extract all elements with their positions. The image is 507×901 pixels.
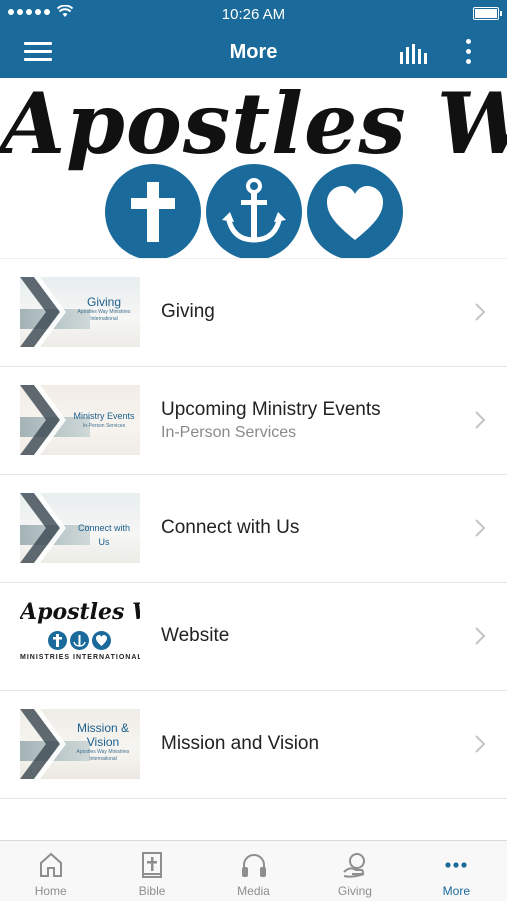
thumbnail-title: Giving bbox=[86, 295, 121, 309]
giving-icon bbox=[343, 853, 365, 878]
bible-icon bbox=[142, 852, 163, 878]
thumbnail-subtitle: Apostles Way Ministries International bbox=[76, 749, 130, 762]
item-title: Website bbox=[161, 625, 230, 646]
list-item-upcoming-ministry-events[interactable]: Ministry Events In-Person Services Upcom… bbox=[0, 367, 507, 475]
headphones-icon bbox=[241, 854, 266, 877]
chevron-right-icon bbox=[475, 735, 486, 753]
logo-title: Apostles Way bbox=[20, 601, 140, 625]
tab-media[interactable]: Media bbox=[203, 841, 304, 901]
thumbnail-title: Connect with Us bbox=[77, 523, 131, 547]
status-bar: 10:26 AM bbox=[0, 0, 507, 28]
anchor-icon bbox=[70, 631, 89, 650]
logo-subtitle: MINISTRIES INTERNATIONAL bbox=[20, 654, 140, 661]
thumbnail-title: Ministry Events bbox=[73, 411, 135, 421]
thumbnail-subtitle: Apostles Way Ministries International bbox=[77, 309, 131, 322]
banner: Apostles Way bbox=[0, 78, 507, 258]
mission-thumbnail: Mission & Vision Apostles Way Ministries… bbox=[20, 709, 140, 779]
list-item-giving[interactable]: Giving Apostles Way Ministries Internati… bbox=[0, 258, 507, 367]
tab-more[interactable]: More bbox=[406, 841, 507, 901]
more-horizontal-icon bbox=[445, 862, 467, 868]
tab-label: More bbox=[442, 884, 470, 898]
tab-label: Media bbox=[237, 884, 270, 898]
ministry-events-thumbnail: Ministry Events In-Person Services bbox=[20, 385, 140, 455]
more-vertical-icon[interactable] bbox=[460, 39, 478, 67]
status-time: 10:26 AM bbox=[221, 6, 286, 23]
item-title: Upcoming Ministry Events bbox=[161, 399, 381, 420]
chevron-right-icon bbox=[475, 519, 486, 537]
list-item-website[interactable]: Apostles Way MINISTRIES INTERNATIONAL We… bbox=[0, 583, 507, 691]
anchor-icon bbox=[206, 164, 302, 258]
chevron-right-icon bbox=[475, 627, 486, 645]
more-menu-list: Giving Apostles Way Ministries Internati… bbox=[0, 258, 507, 799]
tab-label: Home bbox=[34, 884, 67, 898]
heart-icon bbox=[92, 631, 111, 650]
nav-bar: More bbox=[0, 28, 507, 78]
item-title: Giving bbox=[161, 301, 215, 322]
heart-icon bbox=[307, 164, 403, 258]
tab-home[interactable]: Home bbox=[0, 841, 101, 901]
banner-title: Apostles Way bbox=[0, 78, 507, 173]
tab-label: Giving bbox=[337, 884, 372, 898]
tab-bar: Home Bible Media Giving More bbox=[0, 840, 507, 901]
thumbnail-subtitle: In-Person Services bbox=[82, 423, 126, 429]
list-item-connect-with-us[interactable]: Connect with Us Connect with Us bbox=[0, 475, 507, 583]
list-item-mission-and-vision[interactable]: Mission & Vision Apostles Way Ministries… bbox=[0, 691, 507, 799]
tab-giving[interactable]: Giving bbox=[304, 841, 405, 901]
cross-icon bbox=[48, 631, 67, 650]
item-title: Mission and Vision bbox=[161, 733, 320, 754]
connect-thumbnail: Connect with Us bbox=[20, 493, 140, 563]
item-subtitle: In-Person Services bbox=[161, 424, 297, 441]
item-title: Connect with Us bbox=[161, 517, 300, 538]
tab-label: Bible bbox=[138, 884, 166, 898]
chevron-right-icon bbox=[475, 411, 486, 429]
cross-icon bbox=[105, 164, 201, 258]
giving-thumbnail: Giving Apostles Way Ministries Internati… bbox=[20, 277, 140, 347]
audio-bars-icon[interactable] bbox=[397, 42, 431, 66]
chevron-right-icon bbox=[475, 303, 486, 321]
apostles-way-logo: Apostles Way MINISTRIES INTERNATIONAL bbox=[20, 601, 140, 671]
thumbnail-title: Mission & Vision bbox=[76, 721, 129, 749]
home-icon bbox=[39, 852, 62, 877]
tab-bible[interactable]: Bible bbox=[101, 841, 202, 901]
battery-icon bbox=[473, 7, 502, 20]
